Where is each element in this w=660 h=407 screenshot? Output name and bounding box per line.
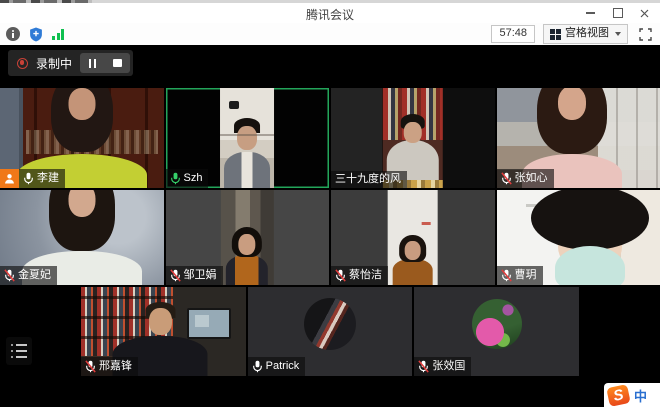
participant-name: 蔡怡洁: [349, 270, 382, 281]
person-silhouette: [226, 255, 268, 285]
participant-label: 曹玥: [497, 266, 543, 285]
maximize-button[interactable]: [604, 3, 631, 23]
video-grid-row-3: 邢嘉锋 Patrick 张效国: [81, 287, 579, 376]
participant-label: 蔡怡洁: [331, 266, 388, 285]
avatar: [472, 299, 522, 349]
video-tile-zhangruxin[interactable]: 张如心: [497, 88, 660, 188]
participant-label: 李建: [19, 169, 65, 188]
window-title: 腾讯会议: [0, 6, 660, 23]
minimize-icon: [586, 12, 595, 14]
participant-name: 金夏妃: [18, 270, 51, 281]
mic-icon: [85, 360, 96, 373]
participant-label: Patrick: [248, 357, 306, 376]
participant-name: Szh: [184, 173, 203, 184]
mic-icon: [335, 269, 346, 282]
participant-name: 张效国: [432, 361, 465, 372]
participant-label: 金夏妃: [0, 266, 57, 285]
video-feed: [387, 190, 438, 285]
grid-icon: [550, 29, 561, 40]
ime-language: 中: [634, 386, 647, 405]
recording-indicator: 录制中: [8, 50, 133, 76]
stop-recording-button[interactable]: [105, 53, 130, 73]
participant-label: 张效国: [414, 357, 471, 376]
person-silhouette: [558, 220, 622, 272]
participant-name: 三十九度的风: [335, 174, 401, 185]
security-shield-icon[interactable]: [29, 27, 43, 42]
video-tile-szh[interactable]: Szh: [166, 88, 330, 188]
participant-name: 曹玥: [515, 270, 537, 281]
mic-icon: [418, 360, 429, 373]
mic-icon: [23, 172, 34, 185]
close-button[interactable]: [631, 3, 658, 23]
network-signal-icon[interactable]: [52, 28, 64, 40]
close-icon: [640, 9, 649, 18]
video-tile-lijian[interactable]: 李建: [0, 88, 164, 188]
window-controls: [577, 3, 658, 23]
video-grid-row-2: 金夏妃 邹卫娟 蔡怡洁: [0, 190, 660, 285]
info-icon[interactable]: [6, 27, 20, 41]
chevron-down-icon: [615, 32, 621, 36]
person-icon: [4, 173, 15, 184]
fullscreen-icon: [639, 28, 652, 41]
mic-icon: [170, 269, 181, 282]
video-feed: [220, 88, 274, 188]
person-silhouette: [393, 259, 433, 285]
meeting-toolbar: 57:48 宫格视图: [0, 23, 660, 45]
toolbar-right: 57:48 宫格视图: [491, 24, 654, 43]
participant-name: Patrick: [266, 361, 300, 372]
video-tile-caoyue[interactable]: 曹玥: [497, 190, 660, 285]
participant-name: 李建: [37, 173, 59, 184]
participant-label: 邹卫娟: [166, 266, 223, 285]
minimize-button[interactable]: [577, 3, 604, 23]
video-tile-caiyijie[interactable]: 蔡怡洁: [331, 190, 495, 285]
video-tile-zhangxiaoguo[interactable]: 张效国: [414, 287, 579, 376]
person-silhouette: [224, 152, 270, 188]
video-feed: [221, 190, 273, 285]
grid-view-label: 宫格视图: [565, 27, 609, 40]
window-titlebar: 腾讯会议: [0, 3, 660, 23]
tv-screen: [187, 308, 231, 339]
participant-name: 邹卫娟: [184, 270, 217, 281]
participant-name: 邢嘉锋: [99, 361, 132, 372]
participant-label: 三十九度的风: [331, 171, 407, 188]
member-list-icon[interactable]: [6, 337, 32, 365]
participant-label: 邢嘉锋: [81, 357, 138, 376]
video-tile-sanshijiudu[interactable]: 三十九度的风: [331, 88, 495, 188]
recording-label: 录制中: [36, 55, 72, 72]
meeting-window: 腾讯会议 57:48 宫格视图: [0, 0, 660, 407]
ime-indicator[interactable]: S 中: [604, 383, 660, 407]
video-tile-xingjiafeng[interactable]: 邢嘉锋: [81, 287, 246, 376]
sogou-icon: S: [606, 384, 630, 407]
host-badge: [0, 169, 19, 188]
mic-icon: [252, 360, 263, 373]
video-tile-zouweijuan[interactable]: 邹卫娟: [166, 190, 330, 285]
pause-icon: [89, 59, 97, 68]
avatar: [304, 298, 356, 350]
pause-recording-button[interactable]: [80, 53, 105, 73]
fullscreen-button[interactable]: [636, 26, 654, 42]
participant-name: 张如心: [515, 173, 548, 184]
participant-label: Szh: [166, 169, 209, 188]
maximize-icon: [613, 8, 623, 18]
meeting-stage: 录制中 李建 Szh: [0, 45, 660, 407]
meeting-timer: 57:48: [491, 25, 535, 43]
participant-label: 张如心: [497, 169, 554, 188]
toolbar-left: [6, 27, 64, 42]
stop-icon: [113, 59, 122, 68]
grid-view-button[interactable]: 宫格视图: [543, 24, 628, 43]
record-dot-icon: [17, 58, 28, 69]
video-tile-patrick[interactable]: Patrick: [248, 287, 413, 376]
video-grid-row-1: 李建 Szh 三十九度的风: [0, 88, 660, 188]
video-tile-jinxiafei[interactable]: 金夏妃: [0, 190, 164, 285]
mic-icon: [4, 269, 15, 282]
mic-icon: [170, 172, 181, 185]
mic-icon: [501, 269, 512, 282]
recording-controls: [80, 53, 130, 73]
mic-icon: [501, 172, 512, 185]
